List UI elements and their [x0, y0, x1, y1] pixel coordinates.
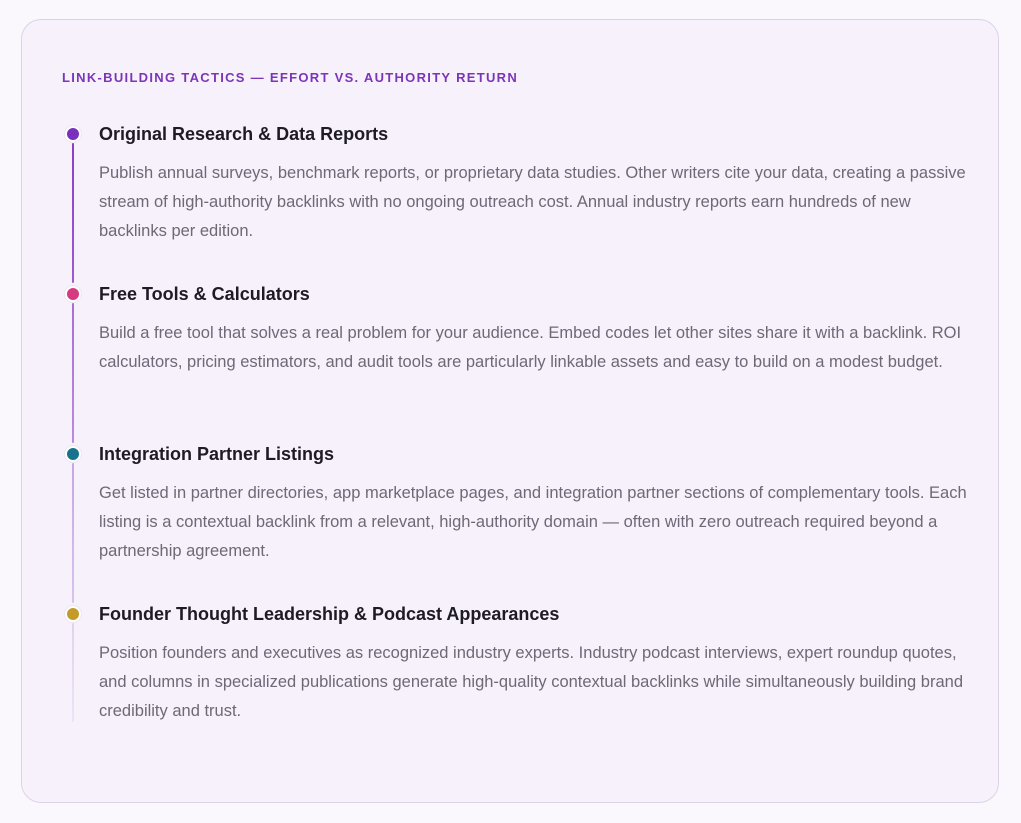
timeline-dot-icon: [65, 286, 81, 302]
timeline-item: Free Tools & Calculators Build a free to…: [62, 283, 962, 443]
timeline-dot-icon: [65, 606, 81, 622]
timeline-connector: [72, 143, 74, 283]
item-description: Position founders and executives as reco…: [99, 644, 964, 720]
card-eyebrow-title: LINK-BUILDING TACTICS — EFFORT VS. AUTHO…: [62, 70, 519, 85]
item-title: Free Tools & Calculators: [99, 284, 310, 304]
timeline-connector: [72, 623, 74, 722]
timeline-item: Integration Partner Listings Get listed …: [62, 443, 967, 603]
item-description: Get listed in partner directories, app m…: [99, 484, 967, 560]
item-description: Publish annual surveys, benchmark report…: [99, 164, 966, 240]
timeline-connector: [72, 303, 74, 443]
item-title: Original Research & Data Reports: [99, 124, 389, 144]
tactics-timeline: Original Research & Data Reports Publish…: [62, 123, 967, 723]
item-description: Build a free tool that solves a real pro…: [99, 324, 962, 371]
timeline-item: Founder Thought Leadership & Podcast App…: [62, 603, 963, 723]
timeline-connector: [72, 463, 74, 603]
item-title: Founder Thought Leadership & Podcast App…: [99, 604, 560, 624]
tactics-card: LINK-BUILDING TACTICS — EFFORT VS. AUTHO…: [21, 19, 999, 803]
timeline-dot-icon: [65, 126, 81, 142]
timeline-item: Original Research & Data Reports Publish…: [62, 123, 966, 283]
item-title: Integration Partner Listings: [99, 444, 335, 464]
timeline-dot-icon: [65, 446, 81, 462]
